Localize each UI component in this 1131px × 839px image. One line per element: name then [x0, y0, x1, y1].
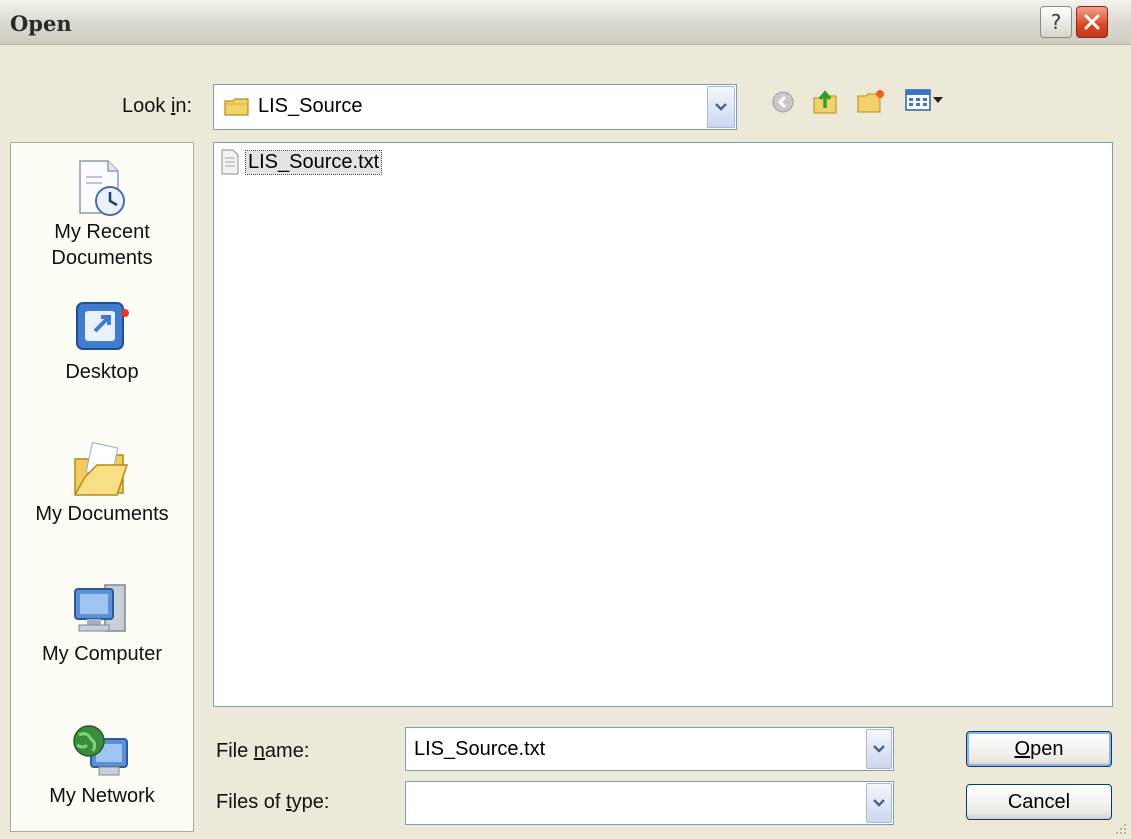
file-type-dropdown[interactable] [405, 781, 894, 825]
dialog-title: Open [10, 11, 72, 36]
recent-documents-icon [79, 160, 125, 216]
back-icon[interactable] [771, 90, 795, 114]
file-name-dropdown-button[interactable] [866, 729, 892, 769]
place-desktop[interactable]: Desktop [11, 297, 193, 385]
file-name-label: File name: [216, 740, 310, 762]
text-file-icon [221, 149, 239, 175]
chevron-down-icon [873, 799, 885, 807]
place-label: My Documents [35, 503, 169, 525]
views-menu-button[interactable] [905, 88, 943, 112]
help-button[interactable]: ? [1040, 6, 1072, 38]
up-folder-icon[interactable] [810, 86, 840, 116]
file-type-dropdown-button[interactable] [866, 783, 892, 823]
file-item[interactable]: LIS_Source.txt [220, 149, 383, 175]
resize-grip-icon[interactable] [1114, 822, 1128, 836]
look-in-dropdown[interactable]: LIS_Source [213, 84, 737, 130]
caret-down-icon [933, 97, 943, 103]
place-my-network[interactable]: My Network [11, 721, 193, 809]
cancel-button[interactable]: Cancel [966, 784, 1112, 820]
file-name-field[interactable]: LIS_Source.txt [405, 727, 894, 771]
my-documents-icon [73, 442, 129, 496]
chevron-down-icon [715, 103, 727, 111]
place-my-computer[interactable]: My Computer [11, 579, 193, 667]
file-list[interactable]: LIS_Source.txt [213, 142, 1113, 707]
my-computer-icon [74, 584, 126, 632]
look-in-value: LIS_Source [258, 95, 363, 117]
place-label: My Recent [54, 221, 150, 243]
places-bar: My Recent Documents Desktop My Documents [10, 142, 194, 832]
look-in-label: Look in: [122, 95, 193, 117]
chevron-down-icon [873, 745, 885, 753]
file-name: LIS_Source.txt [244, 149, 383, 175]
place-label: Desktop [65, 361, 139, 383]
place-my-recent-documents[interactable]: My Recent Documents [11, 157, 193, 271]
my-network-icon [73, 725, 128, 776]
open-button[interactable]: Open [966, 731, 1112, 767]
open-dialog: Open ? Look in: LIS_Source My Recent Doc… [0, 0, 1131, 839]
place-label: My Computer [41, 643, 163, 665]
folder-icon [224, 98, 249, 116]
desktop-icon [76, 302, 129, 350]
place-label: Documents [51, 247, 153, 269]
close-button[interactable] [1076, 6, 1108, 38]
new-folder-icon[interactable] [856, 88, 886, 116]
title-bar[interactable]: Open ? [0, 0, 1131, 45]
views-icon [905, 89, 931, 111]
look-in-dropdown-button[interactable] [707, 86, 735, 128]
file-name-input-value: LIS_Source.txt [414, 738, 546, 760]
file-type-label: Files of type: [216, 791, 330, 813]
place-my-documents[interactable]: My Documents [11, 439, 193, 527]
help-icon: ? [1050, 10, 1062, 34]
place-label: My Network [49, 785, 155, 807]
close-icon [1084, 14, 1100, 30]
